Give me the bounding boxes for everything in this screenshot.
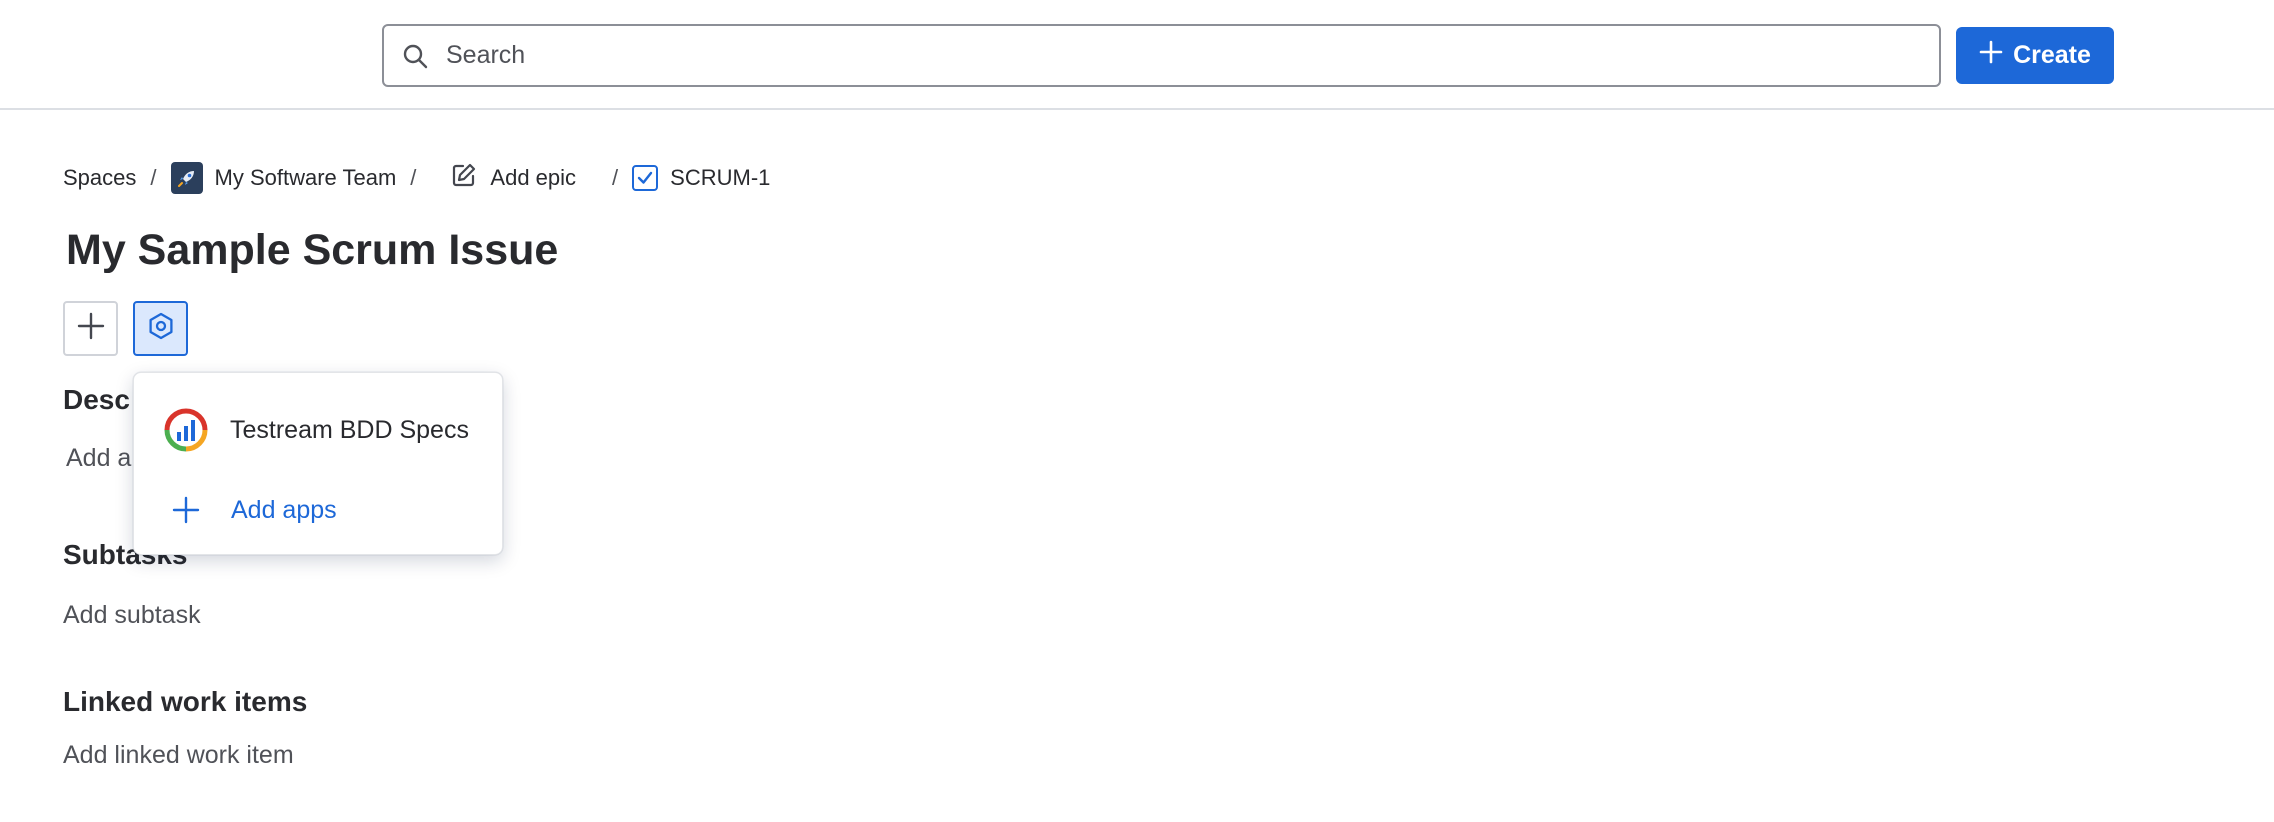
menu-item-testream-label: Testream BDD Specs	[230, 415, 469, 444]
breadcrumb-team-label: My Software Team	[214, 165, 397, 190]
menu-item-add-apps[interactable]: Add apps	[134, 475, 504, 545]
plus-icon	[172, 496, 200, 524]
breadcrumb-add-epic-label: Add epic	[490, 165, 577, 190]
breadcrumb-separator: /	[612, 165, 619, 190]
breadcrumb-spaces[interactable]: Spaces	[63, 165, 136, 191]
breadcrumb-issue-key: SCRUM-1	[670, 165, 771, 190]
apps-hexagon-icon	[146, 311, 176, 346]
create-button-label: Create	[2013, 41, 2091, 69]
create-button[interactable]: Create	[1956, 27, 2114, 84]
issue-title[interactable]: My Sample Scrum Issue	[66, 226, 558, 275]
search-box[interactable]	[382, 24, 1941, 87]
apps-dropdown-menu: Testream BDD Specs Add apps	[133, 372, 503, 555]
search-input[interactable]	[444, 40, 1848, 71]
breadcrumb-add-epic[interactable]: Add epic	[450, 161, 576, 195]
task-checkbox-icon	[632, 165, 659, 191]
plus-icon	[1979, 40, 2003, 71]
add-subtask-link[interactable]: Add subtask	[63, 601, 201, 630]
add-linked-work-item-link[interactable]: Add linked work item	[63, 741, 294, 770]
description-heading: Desc	[63, 384, 130, 415]
description-placeholder[interactable]: Add a	[66, 444, 131, 473]
testream-logo-icon	[162, 406, 210, 454]
breadcrumb-spaces-label: Spaces	[63, 165, 137, 190]
menu-item-add-apps-label: Add apps	[231, 495, 337, 524]
breadcrumb-team[interactable]: My Software Team	[170, 162, 397, 194]
edit-icon	[450, 161, 478, 195]
linked-work-items-heading: Linked work items	[63, 686, 308, 717]
rocket-icon	[170, 162, 203, 194]
breadcrumb-issue[interactable]: SCRUM-1	[632, 165, 770, 191]
breadcrumb-separator: /	[150, 165, 157, 190]
breadcrumb-separator: /	[410, 165, 417, 190]
search-icon	[400, 41, 430, 71]
breadcrumb: Spaces / My Software Team / Add epic / S…	[63, 160, 770, 196]
menu-item-testream[interactable]: Testream BDD Specs	[134, 395, 504, 465]
top-navigation-bar: Create	[0, 0, 2274, 110]
add-button[interactable]	[63, 301, 118, 356]
apps-button[interactable]	[133, 301, 188, 356]
plus-icon	[76, 311, 106, 346]
